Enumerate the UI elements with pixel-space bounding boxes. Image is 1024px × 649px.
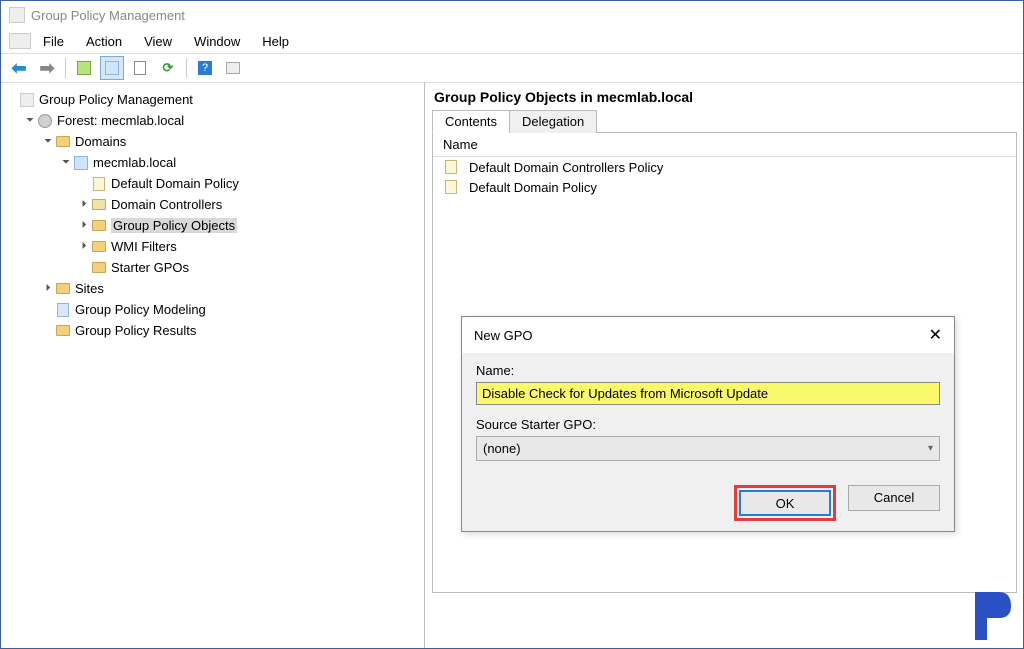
ok-highlight-frame: OK <box>734 485 836 521</box>
toolbar-btn-extra[interactable] <box>221 56 245 80</box>
domain-icon <box>73 155 89 171</box>
tree-domain[interactable]: ⏷mecmlab.local <box>59 152 422 173</box>
menu-bar: File Action View Window Help <box>1 29 1023 53</box>
folder-icon <box>55 134 71 150</box>
toolbar-btn-1[interactable] <box>72 56 96 80</box>
modeling-icon <box>55 302 71 318</box>
window-icon <box>226 62 240 74</box>
tree-gpo-label: Group Policy Objects <box>111 218 237 233</box>
menu-file[interactable]: File <box>33 32 74 51</box>
list-item-label: Default Domain Policy <box>469 180 597 195</box>
results-icon <box>55 323 71 339</box>
separator <box>186 58 187 78</box>
content-tabs: Contents Delegation <box>432 109 1017 133</box>
mmc-icon <box>9 33 31 49</box>
tree-starter-label: Starter GPOs <box>111 260 189 275</box>
column-name[interactable]: Name <box>433 133 1016 157</box>
folder-icon <box>91 218 107 234</box>
tree-default-policy[interactable]: Default Domain Policy <box>77 173 422 194</box>
arrow-right-icon: ➡ <box>39 58 54 79</box>
toolbar-btn-delete[interactable] <box>128 56 152 80</box>
tree-default-policy-label: Default Domain Policy <box>111 176 239 191</box>
help-icon: ? <box>198 61 212 75</box>
name-label: Name: <box>476 363 940 378</box>
menu-view[interactable]: View <box>134 32 182 51</box>
starter-gpo-dropdown[interactable]: (none) ▾ <box>476 436 940 461</box>
separator <box>65 58 66 78</box>
tree-sites[interactable]: ⏵Sites <box>41 278 422 299</box>
gpo-icon <box>443 159 459 175</box>
gpo-icon <box>91 176 107 192</box>
tree-wmi-label: WMI Filters <box>111 239 177 254</box>
new-gpo-dialog: New GPO ✕ Name: Source Starter GPO: (non… <box>461 316 955 532</box>
folder-icon <box>91 239 107 255</box>
clipboard-icon <box>134 61 146 75</box>
close-icon[interactable]: ✕ <box>929 325 942 345</box>
cancel-button[interactable]: Cancel <box>848 485 940 511</box>
folder-icon <box>91 260 107 276</box>
tree-results-label: Group Policy Results <box>75 323 196 338</box>
starter-gpo-value: (none) <box>483 441 521 456</box>
chevron-down-icon: ▾ <box>928 443 933 454</box>
properties-icon <box>105 61 119 75</box>
dialog-body: Name: Source Starter GPO: (none) ▾ <box>462 353 954 475</box>
tree-domain-controllers[interactable]: ⏵Domain Controllers <box>77 194 422 215</box>
toolbar-btn-help[interactable]: ? <box>193 56 217 80</box>
tree-gpo[interactable]: ⏵Group Policy Objects <box>77 215 422 236</box>
watermark-logo <box>969 588 1019 644</box>
arrow-left-icon: ⬅ <box>11 58 26 79</box>
gpo-icon <box>443 179 459 195</box>
dialog-titlebar: New GPO ✕ <box>462 317 954 353</box>
tree-pane: Group Policy Management ⏷Forest: mecmlab… <box>1 83 425 648</box>
tree-modeling-label: Group Policy Modeling <box>75 302 206 317</box>
tree-root-label: Group Policy Management <box>39 92 193 107</box>
tree-modeling[interactable]: Group Policy Modeling <box>41 299 422 320</box>
toolbar-btn-2[interactable] <box>100 56 124 80</box>
tree-sites-label: Sites <box>75 281 104 296</box>
ok-button[interactable]: OK <box>739 490 831 516</box>
forest-icon <box>37 113 53 129</box>
tree-forest[interactable]: ⏷Forest: mecmlab.local <box>23 110 422 131</box>
ou-icon <box>91 197 107 213</box>
menu-window[interactable]: Window <box>184 32 250 51</box>
tab-contents[interactable]: Contents <box>432 110 510 133</box>
tree-starter[interactable]: Starter GPOs <box>77 257 422 278</box>
list-item[interactable]: Default Domain Policy <box>433 177 1016 197</box>
toolbar: ⬅ ➡ ⟳ ? <box>1 53 1023 83</box>
window-title: Group Policy Management <box>31 8 185 23</box>
list-item-label: Default Domain Controllers Policy <box>469 160 663 175</box>
tree-domains[interactable]: ⏷Domains <box>41 131 422 152</box>
list-item[interactable]: Default Domain Controllers Policy <box>433 157 1016 177</box>
tree-domains-label: Domains <box>75 134 126 149</box>
menu-action[interactable]: Action <box>76 32 132 51</box>
nav-back-button[interactable]: ⬅ <box>7 56 31 80</box>
tab-delegation[interactable]: Delegation <box>509 110 597 133</box>
tree-root[interactable]: Group Policy Management <box>5 89 422 110</box>
folder-icon <box>55 281 71 297</box>
starter-gpo-label: Source Starter GPO: <box>476 417 940 432</box>
console-tree[interactable]: Group Policy Management ⏷Forest: mecmlab… <box>3 89 422 341</box>
tree-dc-label: Domain Controllers <box>111 197 222 212</box>
dialog-buttons: OK Cancel <box>462 475 954 531</box>
nav-forward-button[interactable]: ➡ <box>35 56 59 80</box>
tree-domain-label: mecmlab.local <box>93 155 176 170</box>
console-icon <box>19 92 35 108</box>
gpo-name-input[interactable] <box>476 382 940 405</box>
title-bar: Group Policy Management <box>1 1 1023 29</box>
tree-wmi[interactable]: ⏵WMI Filters <box>77 236 422 257</box>
tree-results[interactable]: Group Policy Results <box>41 320 422 341</box>
folder-up-icon <box>77 61 91 75</box>
menu-help[interactable]: Help <box>252 32 299 51</box>
app-icon <box>9 7 25 23</box>
dialog-title-text: New GPO <box>474 328 533 343</box>
refresh-icon: ⟳ <box>163 60 174 76</box>
toolbar-btn-refresh[interactable]: ⟳ <box>156 56 180 80</box>
tree-forest-label: Forest: mecmlab.local <box>57 113 184 128</box>
content-title: Group Policy Objects in mecmlab.local <box>434 89 1017 105</box>
